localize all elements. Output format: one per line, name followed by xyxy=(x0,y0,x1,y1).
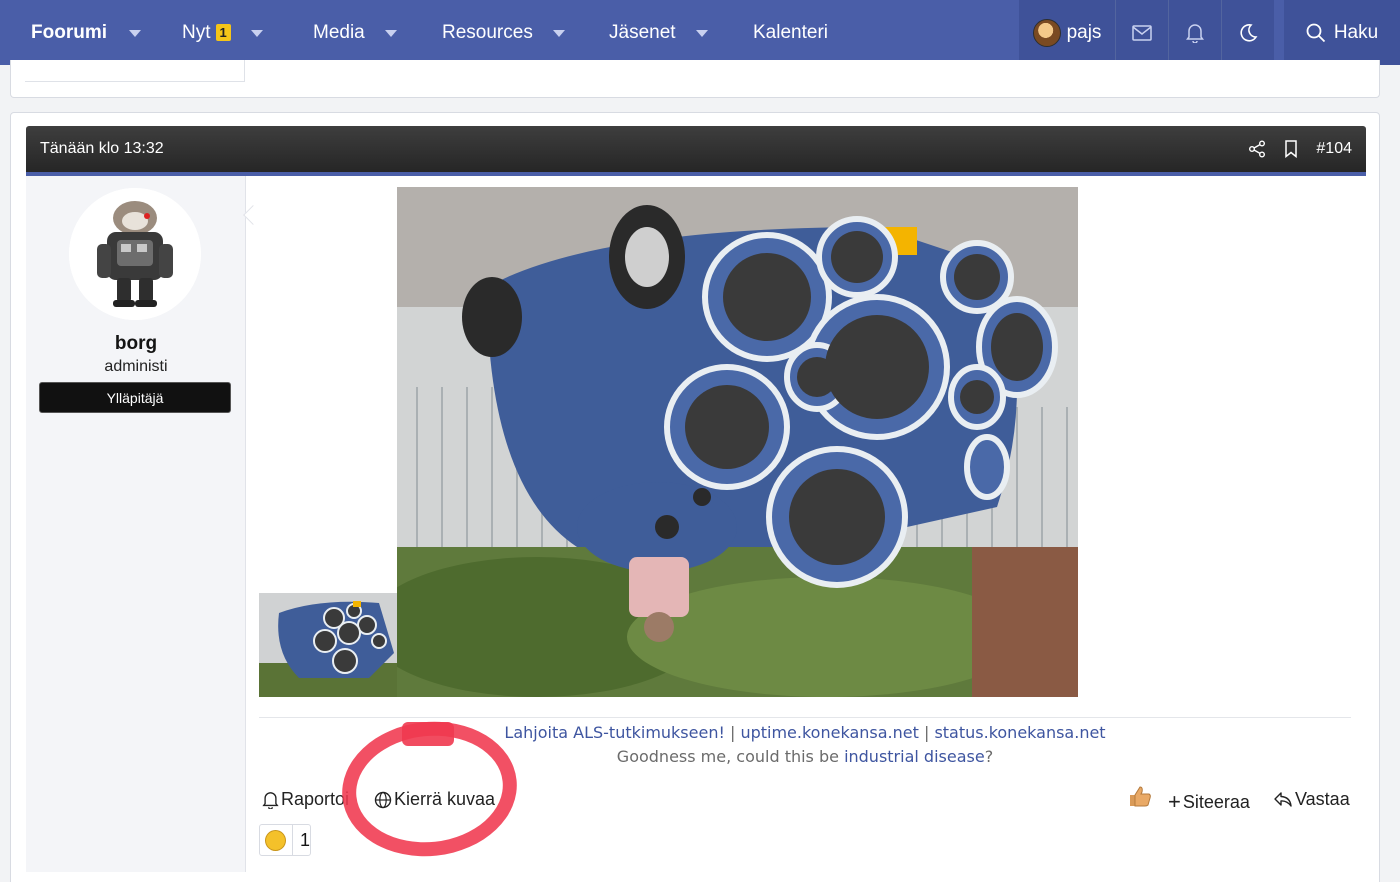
nav-resources[interactable]: Resources xyxy=(442,0,565,65)
share-icon[interactable] xyxy=(1248,140,1266,158)
search-label: Haku xyxy=(1333,21,1379,43)
author-role-banner: Ylläpitäjä xyxy=(39,382,231,413)
status-link[interactable]: status.konekansa.net xyxy=(934,723,1105,742)
reply-button[interactable]: Vastaa xyxy=(1273,789,1350,810)
moon-icon xyxy=(1240,23,1258,42)
chevron-down-icon[interactable] xyxy=(129,30,141,37)
post-number[interactable]: #104 xyxy=(1316,140,1352,158)
nav-members-label: Jäsenet xyxy=(609,21,676,43)
user-name: pajs xyxy=(1066,21,1102,43)
user-menu[interactable]: pajs xyxy=(1019,0,1115,65)
chevron-down-icon[interactable] xyxy=(695,30,708,37)
plus-icon: + xyxy=(1168,789,1181,814)
signature-separator: | xyxy=(724,723,741,742)
user-avatar xyxy=(1032,18,1061,47)
signature-divider xyxy=(259,717,1351,718)
post-date[interactable]: Tänään klo 13:32 xyxy=(40,140,164,158)
post-card: Tänään klo 13:32 #104 borg administi Yll… xyxy=(10,112,1380,882)
nav-calendar[interactable]: Kalenteri xyxy=(753,0,828,65)
previous-post-fragment xyxy=(10,60,1380,98)
post-header: Tänään klo 13:32 #104 xyxy=(26,126,1366,172)
industrial-disease-link[interactable]: industrial disease xyxy=(844,747,985,766)
nav-calendar-label: Kalenteri xyxy=(753,21,828,43)
nav-resources-label: Resources xyxy=(442,21,533,43)
nav-media-label: Media xyxy=(313,21,365,43)
chevron-down-icon[interactable] xyxy=(250,30,263,37)
nav-members[interactable]: Jäsenet xyxy=(609,0,708,65)
upside-down-car-photo xyxy=(397,187,1078,697)
donate-als-link[interactable]: Lahjoita ALS-tutkimukseen! xyxy=(504,723,724,742)
signature-text: Goodness me, could this be xyxy=(616,747,845,766)
search-icon xyxy=(1306,23,1325,42)
author-title: administi xyxy=(104,358,168,375)
report-button[interactable]: Raportoi xyxy=(262,789,349,810)
signature-text-end: ? xyxy=(984,747,994,766)
reaction-divider xyxy=(291,824,293,856)
uptime-link[interactable]: uptime.konekansa.net xyxy=(740,723,918,742)
nav-now-badge: 1 xyxy=(215,24,231,41)
thumbs-up-icon xyxy=(1130,786,1151,807)
nav-now[interactable]: Nyt 1 xyxy=(182,0,263,65)
theme-toggle[interactable] xyxy=(1222,0,1274,65)
post-image[interactable] xyxy=(397,187,1078,697)
nav-now-label: Nyt xyxy=(182,21,211,43)
post-thumbnail[interactable] xyxy=(259,593,397,697)
top-navigation: Foorumi Nyt 1 Media Resources Jäsenet Ka… xyxy=(0,0,1400,65)
chevron-down-icon[interactable] xyxy=(552,30,565,37)
reply-label: Vastaa xyxy=(1295,789,1350,809)
nav-forum[interactable]: Foorumi xyxy=(31,0,141,65)
previous-post-user-column xyxy=(25,60,245,82)
red-annotation-stroke xyxy=(402,722,454,746)
reaction-summary[interactable]: 1 xyxy=(259,824,311,856)
signature-separator: | xyxy=(918,723,935,742)
post-user-column: borg administi Ylläpitäjä xyxy=(26,176,263,872)
like-button[interactable] xyxy=(1128,785,1152,807)
envelope-icon xyxy=(1132,24,1152,41)
report-label: Raportoi xyxy=(281,789,350,809)
nav-media[interactable]: Media xyxy=(313,0,397,65)
upside-down-car-thumbnail xyxy=(259,593,397,697)
alerts-button[interactable] xyxy=(1169,0,1221,65)
search-button[interactable]: Haku xyxy=(1284,0,1400,65)
bell-icon xyxy=(262,791,279,809)
nav-forum-label: Foorumi xyxy=(31,21,107,43)
reply-arrow-icon xyxy=(1274,792,1292,807)
message-arrow xyxy=(243,205,263,225)
borg-cat-avatar-icon xyxy=(69,188,201,320)
inbox-button[interactable] xyxy=(1116,0,1168,65)
grin-emoji-icon xyxy=(265,829,286,851)
bookmark-icon[interactable] xyxy=(1284,140,1298,158)
author-avatar[interactable] xyxy=(69,188,201,320)
quote-button[interactable]: + Siteeraa xyxy=(1168,789,1250,815)
quote-label: Siteeraa xyxy=(1182,791,1250,812)
chevron-down-icon[interactable] xyxy=(384,30,397,37)
bell-icon xyxy=(1186,23,1204,43)
reaction-count: 1 xyxy=(299,829,310,850)
author-name[interactable]: borg xyxy=(26,333,246,355)
